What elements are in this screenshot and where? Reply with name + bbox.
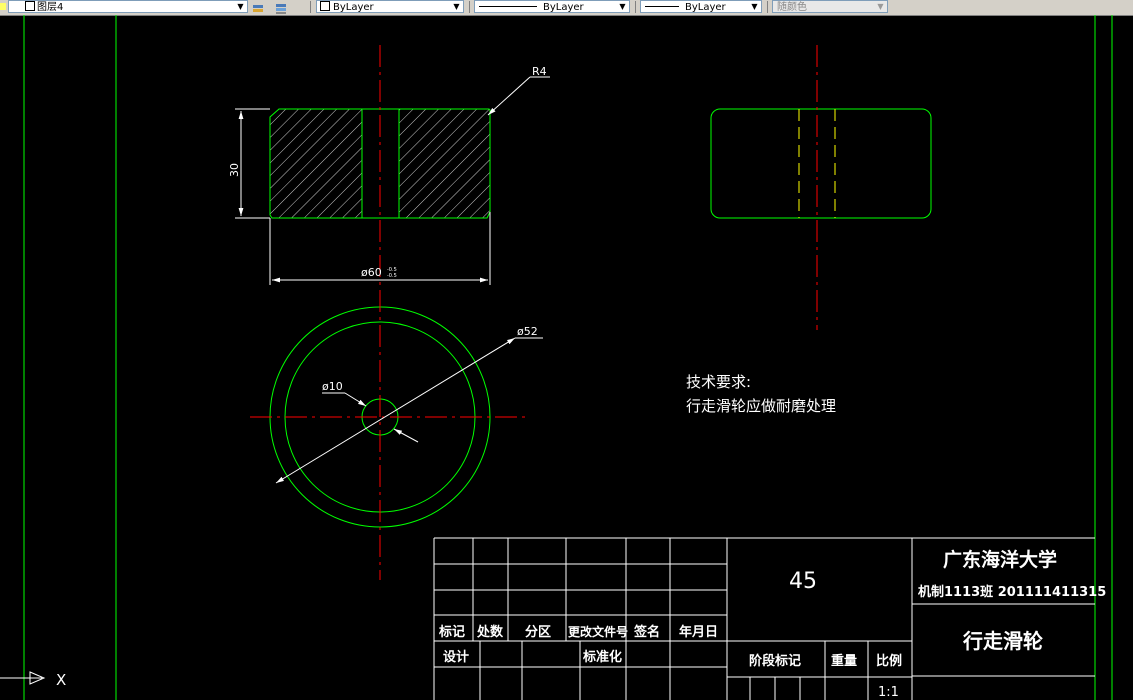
header-zone: 分区	[525, 624, 551, 640]
header-count: 处数	[476, 624, 504, 640]
toolbar-separator	[310, 1, 311, 13]
chevron-down-icon: ▼	[877, 2, 884, 11]
tech-requirements-text: 行走滑轮应做耐磨处理	[686, 397, 836, 415]
tech-requirements-title: 技术要求:	[686, 373, 751, 391]
toolbar-separator	[767, 1, 768, 13]
header-change-doc: 更改文件号	[568, 624, 628, 639]
color-swatch-icon	[320, 1, 330, 11]
stage-label: 阶段标记	[749, 653, 801, 669]
top-view-dimensions	[275, 337, 543, 484]
chevron-down-icon: ▼	[751, 2, 758, 11]
header-date: 年月日	[679, 624, 718, 640]
properties-toolbar: 图层4 ▼ ByLayer ▼ ByLayer ▼ ByLayer ▼ 随颜色 …	[0, 0, 1133, 16]
header-signature: 签名	[633, 624, 660, 640]
layer-state-icon	[0, 3, 6, 10]
top-view	[250, 290, 530, 580]
plotstyle-dropdown-value: 随颜色	[777, 2, 807, 13]
plotstyle-dropdown[interactable]: 随颜色 ▼	[772, 0, 888, 13]
standard-label: 标准化	[582, 649, 622, 665]
lineweight-dropdown-value: ByLayer	[685, 2, 726, 13]
lineweight-dropdown[interactable]: ByLayer ▼	[640, 0, 762, 13]
class-info: 机制1113班 201111411315	[918, 584, 1106, 600]
scale-label: 比例	[876, 653, 902, 669]
dim-height-label: 30	[228, 163, 241, 177]
scale-value: 1:1	[878, 685, 899, 700]
toolbar-separator	[635, 1, 636, 13]
design-label: 设计	[443, 649, 469, 665]
dim-radius-label: R4	[532, 65, 547, 78]
ucs-icon	[0, 671, 46, 685]
dim-diameter-10-label: ø10	[322, 380, 343, 393]
ucs-x-label: X	[56, 671, 66, 689]
weight-label: 重量	[831, 653, 857, 669]
header-mark: 标记	[438, 624, 465, 640]
linetype-dropdown[interactable]: ByLayer ▼	[474, 0, 630, 13]
color-dropdown[interactable]: ByLayer ▼	[316, 0, 464, 13]
chevron-down-icon: ▼	[619, 2, 626, 11]
dim-outer-diameter-label: ø60	[361, 266, 382, 279]
linetype-dropdown-value: ByLayer	[543, 2, 584, 13]
dim-diameter-52-label: ø52	[517, 325, 538, 338]
drawing-canvas[interactable]: 30 ø60 -0.5 -0.5 R4 ø52 ø10 技术要求: 行走滑轮应做…	[0, 15, 1133, 700]
layer-dropdown-value: 图层4	[37, 2, 64, 13]
make-current-layer-icon[interactable]	[252, 0, 266, 13]
chevron-down-icon: ▼	[453, 2, 460, 11]
lineweight-sample-icon	[645, 6, 679, 7]
side-view	[710, 45, 932, 330]
layer-dropdown[interactable]: 图层4 ▼	[8, 0, 248, 13]
front-section-view	[269, 45, 491, 300]
dim-tol-lower: -0.5	[387, 273, 397, 279]
material-label: 45	[789, 569, 817, 594]
linetype-sample-icon	[479, 6, 537, 7]
chevron-down-icon: ▼	[237, 2, 244, 11]
color-dropdown-value: ByLayer	[333, 2, 374, 13]
part-name: 行走滑轮	[962, 629, 1043, 653]
layer-color-swatch-icon	[25, 1, 35, 11]
toolbar-separator	[469, 1, 470, 13]
university-name: 广东海洋大学	[943, 548, 1057, 571]
layer-previous-icon[interactable]	[274, 0, 288, 14]
